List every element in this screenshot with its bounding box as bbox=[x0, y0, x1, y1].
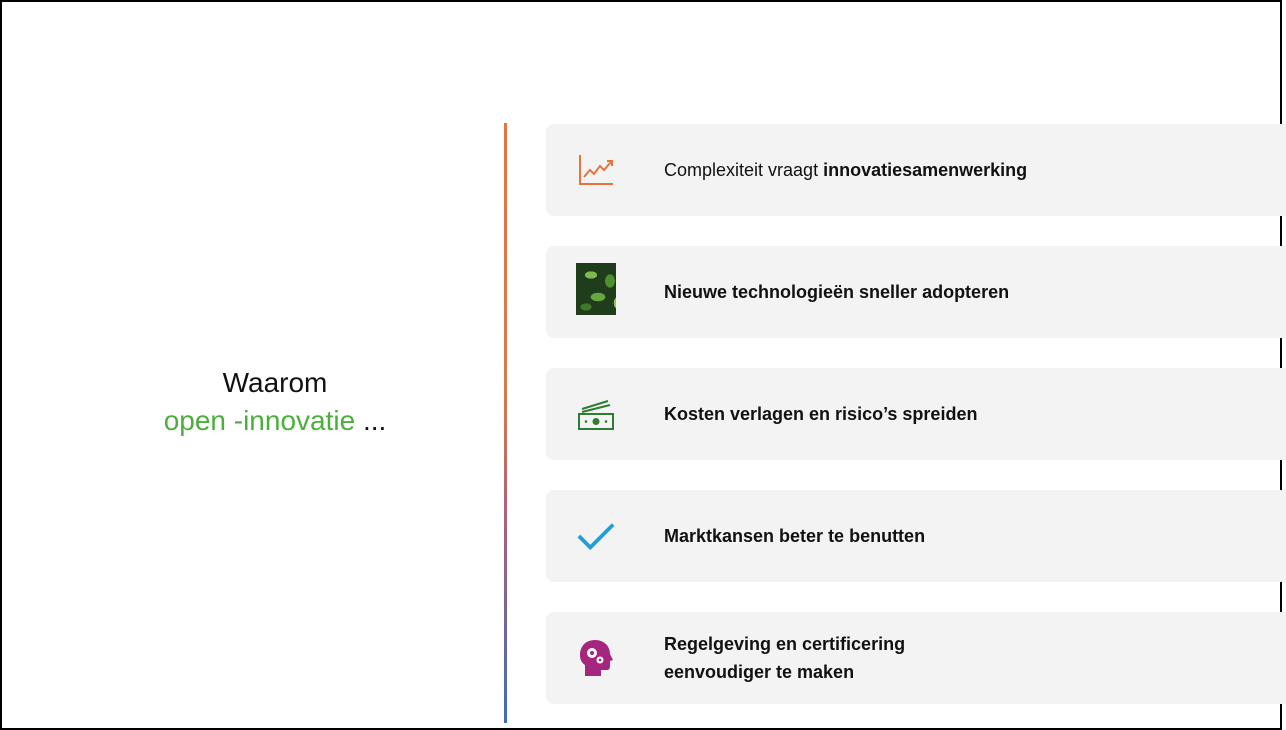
leaves-image-icon bbox=[576, 263, 616, 315]
slide-heading: Waarom open -innovatie ... bbox=[140, 364, 410, 440]
card-technologies: Nieuwe technologieën sneller adopteren bbox=[546, 246, 1286, 338]
heading-ellipsis: ... bbox=[362, 405, 387, 436]
card-text: Marktkansen beter te benutten bbox=[664, 490, 925, 582]
card-text-bold-line-2: eenvoudiger te maken bbox=[664, 662, 855, 682]
head-gears-icon bbox=[576, 638, 616, 678]
heading-line-2: open -innovatie ... bbox=[140, 402, 410, 440]
card-complexity: Complexiteit vraagt innovatiesamenwerkin… bbox=[546, 124, 1286, 216]
card-text-bold: Kosten verlagen en risico’s spreiden bbox=[664, 404, 978, 424]
trend-chart-icon bbox=[576, 150, 616, 190]
card-text-regular: Complexiteit vraagt bbox=[664, 160, 824, 180]
card-text: Complexiteit vraagt innovatiesamenwerkin… bbox=[664, 124, 1027, 216]
card-text-bold: innovatiesamenwerking bbox=[823, 160, 1028, 180]
card-text-bold-line-1: Regelgeving en certificering bbox=[664, 634, 906, 654]
vertical-divider bbox=[504, 123, 507, 723]
card-costs: Kosten verlagen en risico’s spreiden bbox=[546, 368, 1286, 460]
card-market: Marktkansen beter te benutten bbox=[546, 490, 1286, 582]
card-text: Regelgeving en certificering eenvoudiger… bbox=[664, 612, 905, 704]
checkmark-icon bbox=[576, 516, 616, 556]
heading-accent: open -innovatie bbox=[163, 405, 356, 436]
card-regulation: Regelgeving en certificering eenvoudiger… bbox=[546, 612, 1286, 704]
card-text: Nieuwe technologieën sneller adopteren bbox=[664, 246, 1009, 338]
card-text-bold: Marktkansen beter te benutten bbox=[664, 526, 926, 546]
card-text-bold: Nieuwe technologieën sneller adopteren bbox=[664, 282, 1010, 302]
card-text: Kosten verlagen en risico’s spreiden bbox=[664, 368, 977, 460]
heading-line-1: Waarom bbox=[222, 367, 328, 398]
money-icon bbox=[576, 394, 616, 434]
